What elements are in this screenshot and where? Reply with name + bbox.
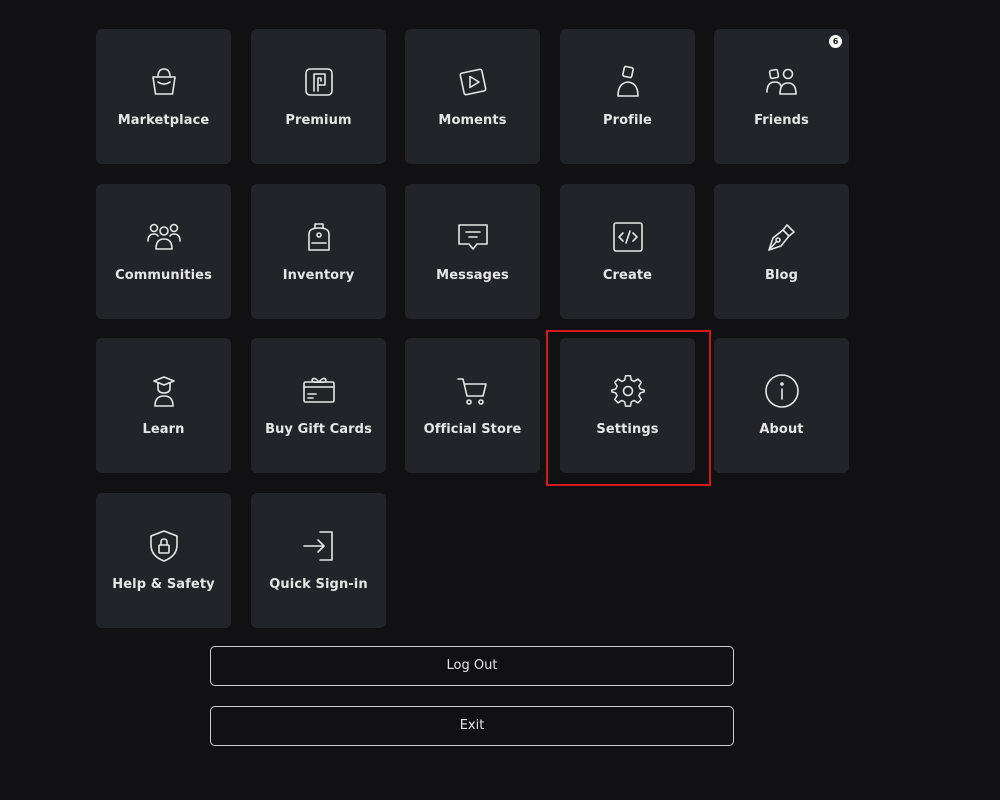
tile-buy-gift-cards[interactable]: Buy Gift Cards bbox=[251, 338, 386, 473]
gift-card-icon bbox=[300, 372, 338, 410]
tile-premium[interactable]: Premium bbox=[251, 29, 386, 164]
info-icon bbox=[763, 372, 801, 410]
tile-label: Help & Safety bbox=[112, 577, 215, 592]
premium-icon bbox=[300, 63, 338, 101]
exit-button[interactable]: Exit bbox=[210, 706, 734, 746]
graduate-icon bbox=[145, 372, 183, 410]
sign-in-icon bbox=[300, 527, 338, 565]
tile-blog[interactable]: Blog bbox=[714, 184, 849, 319]
tile-label: Quick Sign-in bbox=[269, 577, 368, 592]
communities-icon bbox=[145, 218, 183, 256]
tile-label: Premium bbox=[285, 113, 352, 128]
tile-learn[interactable]: Learn bbox=[96, 338, 231, 473]
shopping-cart-icon bbox=[454, 372, 492, 410]
tile-label: Messages bbox=[436, 268, 509, 283]
tile-label: Friends bbox=[754, 113, 809, 128]
shield-lock-icon bbox=[145, 527, 183, 565]
tile-label: Profile bbox=[603, 113, 652, 128]
code-icon bbox=[609, 218, 647, 256]
friends-icon bbox=[763, 63, 801, 101]
profile-icon bbox=[609, 63, 647, 101]
tile-label: Learn bbox=[142, 422, 185, 437]
backpack-icon bbox=[300, 218, 338, 256]
tile-profile[interactable]: Profile bbox=[560, 29, 695, 164]
tile-create[interactable]: Create bbox=[560, 184, 695, 319]
tile-label: Settings bbox=[596, 422, 659, 437]
tile-label: Marketplace bbox=[117, 113, 210, 128]
tile-settings[interactable]: Settings bbox=[560, 338, 695, 473]
shopping-bag-icon bbox=[145, 63, 183, 101]
tile-label: Official Store bbox=[423, 422, 522, 437]
tile-label: Buy Gift Cards bbox=[265, 422, 372, 437]
tile-about[interactable]: About bbox=[714, 338, 849, 473]
tile-marketplace[interactable]: Marketplace bbox=[96, 29, 231, 164]
message-bubble-icon bbox=[454, 218, 492, 256]
tile-messages[interactable]: Messages bbox=[405, 184, 540, 319]
tile-communities[interactable]: Communities bbox=[96, 184, 231, 319]
pen-nib-icon bbox=[763, 218, 801, 256]
tile-label: Moments bbox=[438, 113, 507, 128]
tile-label: Blog bbox=[764, 268, 798, 283]
tile-official-store[interactable]: Official Store bbox=[405, 338, 540, 473]
main-menu-page: Marketplace Premium Moments Profile 6 Fr… bbox=[0, 0, 1000, 800]
tile-label: Create bbox=[602, 268, 653, 283]
log-out-button[interactable]: Log Out bbox=[210, 646, 734, 686]
tile-moments[interactable]: Moments bbox=[405, 29, 540, 164]
tile-friends[interactable]: 6 Friends bbox=[714, 29, 849, 164]
tile-label: About bbox=[759, 422, 804, 437]
tile-label: Inventory bbox=[282, 268, 355, 283]
gear-icon bbox=[609, 372, 647, 410]
tile-label: Communities bbox=[115, 268, 212, 283]
moments-play-icon bbox=[454, 63, 492, 101]
friends-notification-badge: 6 bbox=[829, 35, 842, 48]
tile-quick-sign-in[interactable]: Quick Sign-in bbox=[251, 493, 386, 628]
tile-help-safety[interactable]: Help & Safety bbox=[96, 493, 231, 628]
tile-inventory[interactable]: Inventory bbox=[251, 184, 386, 319]
